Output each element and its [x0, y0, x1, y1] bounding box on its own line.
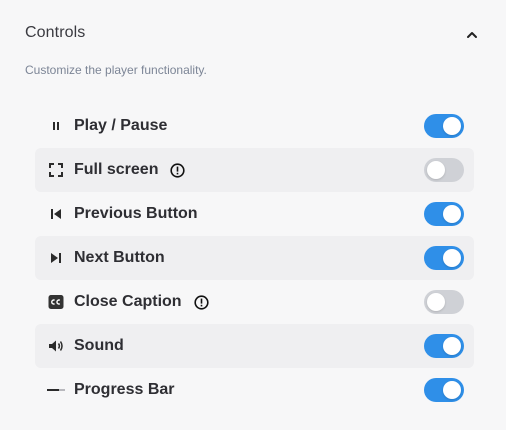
toggle-knob [443, 249, 461, 267]
volume-icon [47, 337, 65, 355]
control-label: Close Caption [74, 293, 182, 310]
full-screen-toggle[interactable] [424, 158, 464, 182]
control-row-next-button: Next Button [35, 236, 474, 280]
panel-subtitle: Customize the player functionality. [25, 63, 207, 77]
control-label: Full screen [74, 161, 159, 178]
control-label: Sound [74, 337, 124, 354]
skip-next-icon [47, 249, 65, 267]
progress-bar-toggle[interactable] [424, 378, 464, 402]
progress-bar-icon [47, 381, 65, 399]
toggle-knob [443, 381, 461, 399]
toggle-knob [443, 117, 461, 135]
toggle-knob [443, 337, 461, 355]
control-row-progress-bar: Progress Bar [35, 368, 474, 412]
sound-toggle[interactable] [424, 334, 464, 358]
toggle-knob [427, 161, 445, 179]
control-row-full-screen: Full screen [35, 148, 474, 192]
chevron-up-icon[interactable] [463, 26, 481, 44]
control-row-sound: Sound [35, 324, 474, 368]
info-icon[interactable] [193, 294, 209, 310]
controls-list: Play / Pause Full screen Previous Button… [35, 104, 474, 412]
control-label: Progress Bar [74, 381, 175, 398]
previous-button-toggle[interactable] [424, 202, 464, 226]
skip-previous-icon [47, 205, 65, 223]
info-icon[interactable] [170, 162, 186, 178]
controls-panel: Controls Customize the player functional… [0, 0, 506, 430]
panel-header: Controls [25, 24, 483, 46]
control-row-close-caption: Close Caption [35, 280, 474, 324]
control-label: Play / Pause [74, 117, 168, 134]
control-label: Next Button [74, 249, 165, 266]
close-caption-toggle[interactable] [424, 290, 464, 314]
next-button-toggle[interactable] [424, 246, 464, 270]
toggle-knob [443, 205, 461, 223]
closed-caption-icon [47, 293, 65, 311]
pause-icon [47, 117, 65, 135]
control-row-previous-button: Previous Button [35, 192, 474, 236]
control-row-play-pause: Play / Pause [35, 104, 474, 148]
toggle-knob [427, 293, 445, 311]
control-label: Previous Button [74, 205, 198, 222]
play-pause-toggle[interactable] [424, 114, 464, 138]
panel-title: Controls [25, 24, 86, 41]
fullscreen-icon [47, 161, 65, 179]
